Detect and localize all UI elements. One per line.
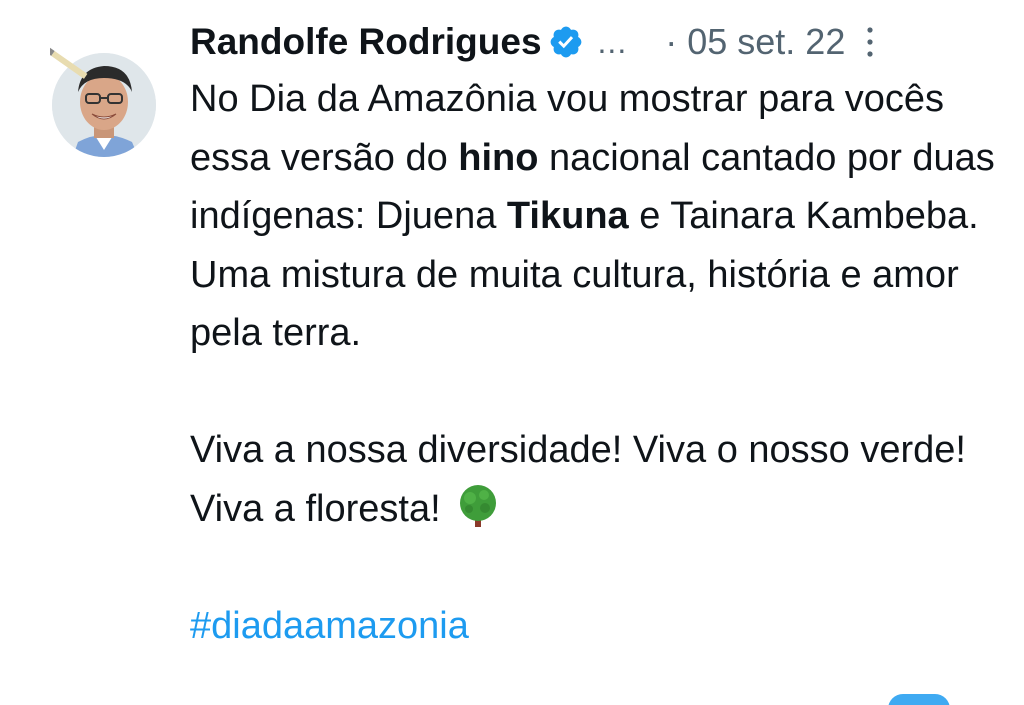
- floating-action-button[interactable]: [888, 694, 950, 705]
- deciduous-tree-emoji-icon: [455, 483, 501, 529]
- author-name[interactable]: Randolfe Rodrigues: [190, 21, 542, 63]
- tweet-timestamp[interactable]: · 05 set. 22: [665, 21, 845, 63]
- timestamp-text: 05 set. 22: [687, 21, 846, 62]
- tweet-text-bold: Tikuna: [506, 195, 629, 237]
- tweet-paragraph-2: Viva a nossa diversidade! Viva o nosso v…: [190, 421, 1005, 538]
- hashtag-link[interactable]: #diadaamazonia: [190, 605, 469, 647]
- tweet-header: Randolfe Rodrigues ... · 05 set. 22: [190, 16, 990, 68]
- avatar-photo: [46, 47, 156, 157]
- author-avatar[interactable]: [46, 30, 156, 158]
- tweet-text: No Dia da Amazônia vou mostrar para você…: [190, 70, 1005, 655]
- more-options-icon[interactable]: [865, 25, 875, 59]
- tweet-text-segment: Viva a nossa diversidade! Viva o nosso v…: [190, 429, 966, 530]
- tweet-paragraph-3: #diadaamazonia: [190, 597, 1005, 656]
- tweet-paragraph-1: No Dia da Amazônia vou mostrar para você…: [190, 70, 1005, 363]
- tweet-text-bold: hino: [458, 136, 539, 179]
- name-truncation: ...: [597, 23, 628, 60]
- timestamp-separator: ·: [665, 21, 678, 62]
- verified-badge-icon: [548, 24, 584, 60]
